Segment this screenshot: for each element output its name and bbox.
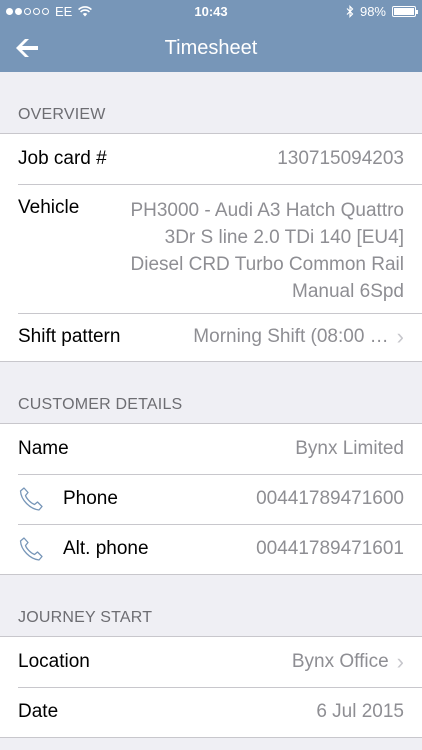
status-right: 98% [346,4,418,19]
vehicle-row: Vehicle PH3000 - Audi A3 Hatch Quattro 3… [0,184,422,313]
timesheet-content: OVERVIEW Job card # 130715094203 Vehicle… [0,72,422,738]
vehicle-value: PH3000 - Audi A3 Hatch Quattro 3Dr S lin… [130,200,404,302]
phone-row[interactable]: Phone 00441789471600 [0,474,422,524]
customer-name-row: Name Bynx Limited [0,424,422,474]
phone-icon[interactable] [18,486,44,512]
shift-pattern-row[interactable]: Shift pattern Morning Shift (08:00 … › [0,313,422,361]
battery-icon [392,6,418,17]
battery-percent: 98% [359,4,386,19]
vehicle-label: Vehicle [18,197,80,218]
status-bar: EE 10:43 98% [0,0,422,24]
shift-pattern-label: Shift pattern [18,326,121,347]
bluetooth-icon [346,5,354,18]
job-card-value: 130715094203 [277,148,404,169]
alt-phone-value: 00441789471601 [256,538,404,559]
chevron-right-icon: › [396,649,404,674]
overview-section: Job card # 130715094203 Vehicle PH3000 -… [0,133,422,362]
date-row[interactable]: Date 6 Jul 2015 [0,687,422,737]
customer-section: Name Bynx Limited Phone 00441789471600 A… [0,423,422,575]
location-row[interactable]: Location Bynx Office › [0,637,422,687]
customer-name-label: Name [18,438,69,459]
phone-icon[interactable] [18,536,44,562]
date-value: 6 Jul 2015 [316,701,404,722]
shift-pattern-value: Morning Shift (08:00 … [193,326,389,347]
job-card-row: Job card # 130715094203 [0,134,422,184]
journey-start-header: JOURNEY START [18,609,153,626]
job-card-label: Job card # [18,148,107,169]
phone-label: Phone [63,488,118,509]
overview-header: OVERVIEW [18,106,106,123]
alt-phone-label: Alt. phone [63,538,149,559]
date-label: Date [18,701,59,722]
navigation-bar: Timesheet [0,24,422,72]
customer-details-header: CUSTOMER DETAILS [18,396,183,413]
location-label: Location [18,651,90,672]
phone-value: 00441789471600 [256,488,404,509]
chevron-right-icon: › [396,324,404,349]
customer-name-value: Bynx Limited [295,438,404,459]
page-title: Timesheet [164,37,258,59]
location-value: Bynx Office [291,651,389,672]
journey-section: Location Bynx Office › Date 6 Jul 2015 [0,636,422,738]
alt-phone-row[interactable]: Alt. phone 00441789471601 [0,524,422,574]
